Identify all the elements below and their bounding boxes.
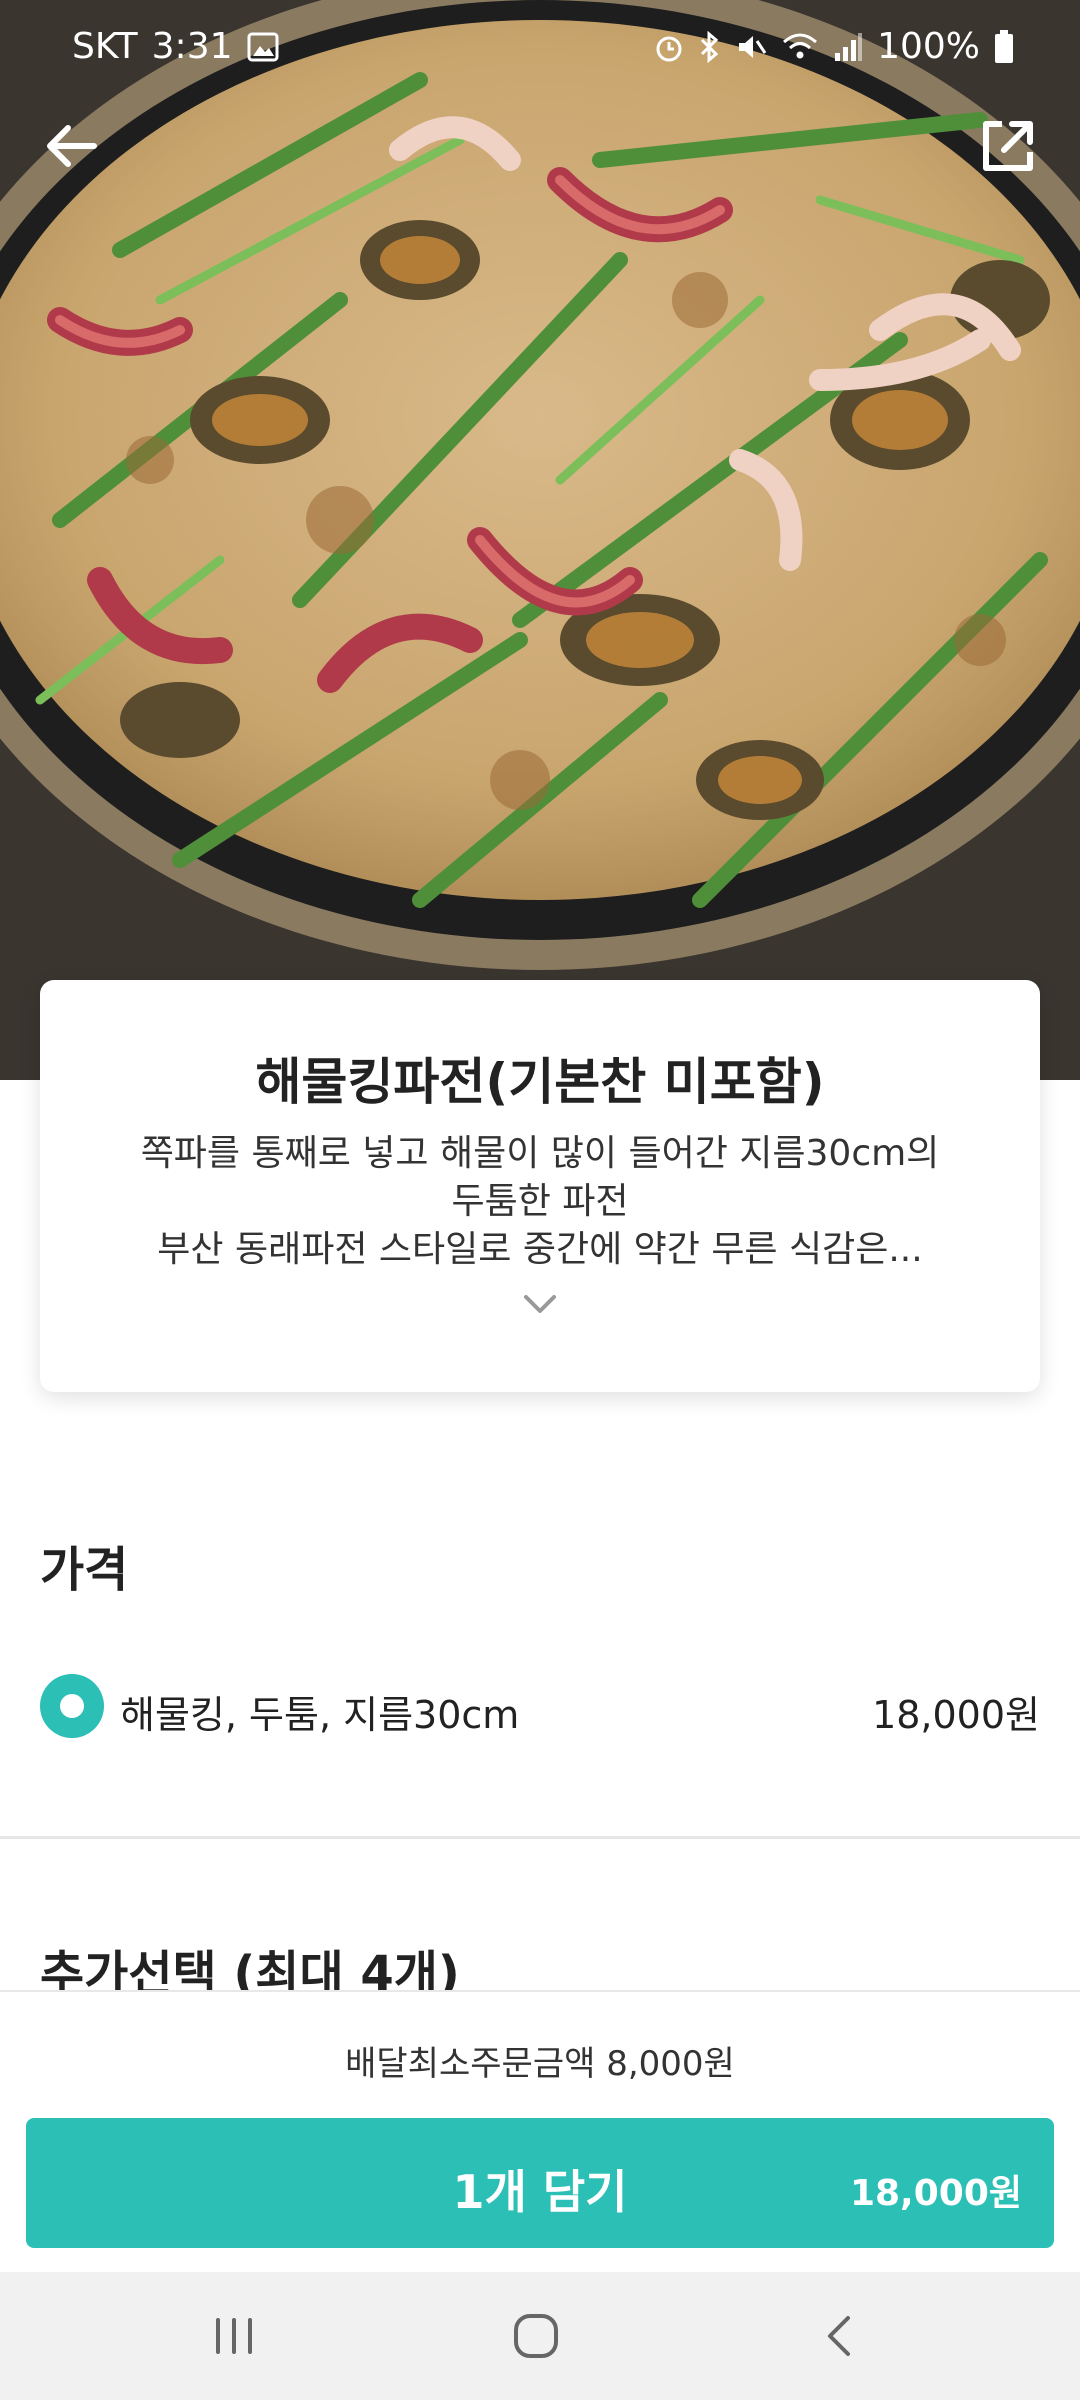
order-bar: 배달최소주문금액 8,000원 1개 담기 18,000원	[0, 1990, 1080, 2274]
home-button[interactable]	[502, 2302, 570, 2370]
description-line: 쪽파를 통째로 넣고 해물이 많이 들어간 지름30cm의	[140, 1133, 940, 1174]
price-option-price: 18,000원	[872, 1693, 1040, 1737]
description-line: 두툼한 파전	[451, 1181, 629, 1222]
menu-info-card: 해물킹파전(기본찬 미포함) 쪽파를 통째로 넣고 해물이 많이 들어간 지름3…	[40, 980, 1040, 1392]
battery-icon	[995, 29, 1013, 63]
add-button-price: 18,000원	[849, 2173, 1022, 2214]
back-icon	[828, 2316, 850, 2356]
battery-percent: 100%	[877, 26, 980, 67]
menu-photo	[0, 0, 1080, 1080]
menu-title: 해물킹파전(기본찬 미포함)	[255, 1053, 825, 1111]
system-nav-bar	[0, 2272, 1080, 2400]
status-left: SKT 3:31	[72, 26, 279, 67]
share-button[interactable]	[972, 110, 1044, 182]
price-option-label: 해물킹, 두툼, 지름30cm	[120, 1693, 520, 1737]
radio-dot	[60, 1694, 84, 1718]
carrier-text: SKT	[72, 26, 138, 67]
signal-icon	[835, 32, 863, 61]
mute-icon	[739, 35, 767, 58]
share-icon	[983, 121, 1033, 171]
add-to-cart-button[interactable]: 1개 담기 18,000원	[26, 2118, 1054, 2248]
radio-selected[interactable]	[40, 1674, 104, 1738]
wifi-icon	[783, 33, 818, 58]
seafood-pancake-image	[0, 0, 1080, 1080]
bluetooth-icon	[701, 30, 719, 63]
alarm-icon	[656, 36, 682, 61]
back-button[interactable]	[36, 110, 108, 182]
menu-description: 쪽파를 통째로 넣고 해물이 많이 들어간 지름30cm의 두툼한 파전 부산 …	[100, 1130, 980, 1274]
min-order-text: 배달최소주문금액 8,000원	[345, 2044, 735, 2084]
expand-description-button[interactable]	[522, 1292, 558, 1316]
section-divider	[0, 1836, 1080, 1839]
recents-button[interactable]	[200, 2302, 268, 2370]
description-line: 부산 동래파전 스타일로 중간에 약간 무른 식감은...	[157, 1229, 923, 1270]
status-right: 100%	[653, 26, 1014, 67]
arrow-left-icon	[47, 125, 97, 167]
recents-icon	[216, 2318, 252, 2354]
home-icon	[514, 2314, 558, 2358]
status-bar: SKT 3:31 100%	[0, 0, 1080, 96]
system-back-button[interactable]	[806, 2302, 874, 2370]
price-section-title: 가격	[40, 1542, 129, 1598]
image-icon	[247, 32, 278, 61]
chevron-down-icon	[524, 1295, 556, 1313]
clock-text: 3:31	[151, 26, 233, 67]
price-option-row[interactable]: 해물킹, 두툼, 지름30cm 18,000원	[40, 1672, 1040, 1740]
